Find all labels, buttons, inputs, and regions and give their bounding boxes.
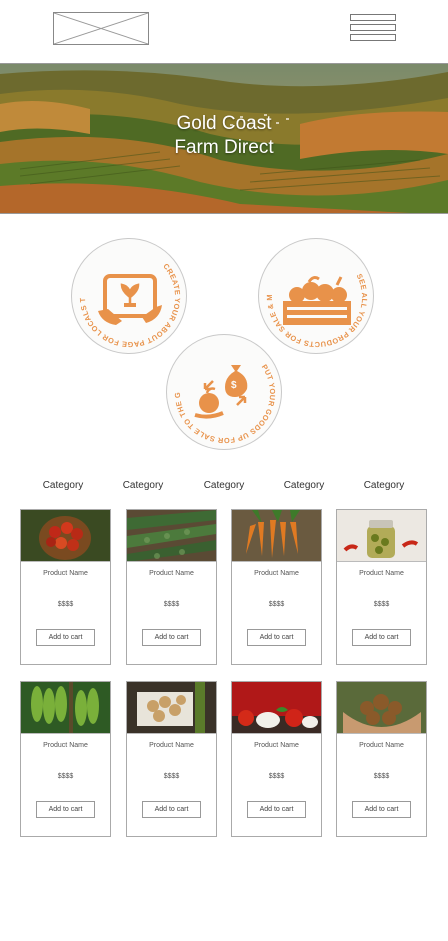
add-to-cart-button[interactable]: Add to cart (352, 801, 411, 818)
product-card[interactable]: Product Name $$$$ Add to cart (126, 509, 217, 665)
product-image-tomatoes-mozzarella (232, 682, 321, 734)
product-price: $$$$ (268, 773, 285, 780)
product-name: Product Name (254, 570, 299, 577)
menu-bar (350, 34, 396, 41)
category-link[interactable]: Category (264, 480, 344, 491)
add-to-cart-button[interactable]: Add to cart (36, 801, 95, 818)
product-name: Product Name (43, 742, 88, 749)
product-price: $$$$ (373, 601, 390, 608)
hero-title-line-1: Gold Coast (176, 113, 272, 134)
product-card[interactable]: Product Name $$$$ Add to cart (231, 681, 322, 837)
product-price: $$$$ (57, 601, 74, 608)
svg-text:$: $ (231, 380, 237, 391)
add-to-cart-button[interactable]: Add to cart (247, 629, 306, 646)
product-image-crop-rows (127, 510, 216, 562)
product-name: Product Name (43, 570, 88, 577)
category-link[interactable]: Category (344, 480, 424, 491)
produce-crate-icon (283, 276, 351, 325)
logo-placeholder[interactable] (53, 12, 149, 45)
add-to-cart-button[interactable]: Add to cart (247, 801, 306, 818)
money-exchange-icon: $ (194, 365, 248, 419)
badge-sell-goods[interactable]: PUT YOUR GOODS UP FOR SALE TO THE GENERA… (166, 334, 282, 450)
add-to-cart-button[interactable]: Add to cart (36, 629, 95, 646)
hero-title-line-2: Farm Direct (174, 137, 274, 158)
product-card[interactable]: Product Name $$$$ Add to cart (20, 681, 111, 837)
product-image-potatoes (127, 682, 216, 734)
product-price: $$$$ (373, 773, 390, 780)
product-name: Product Name (149, 742, 194, 749)
product-name: Product Name (359, 742, 404, 749)
hero-title: Gold Coast Farm Direct (0, 112, 448, 160)
product-name: Product Name (149, 570, 194, 577)
add-to-cart-button[interactable]: Add to cart (142, 801, 201, 818)
product-image-pickled-jar (337, 510, 426, 562)
menu-bar (350, 24, 396, 31)
product-name: Product Name (254, 742, 299, 749)
tablet-sprout-icon (98, 274, 162, 325)
add-to-cart-button[interactable]: Add to cart (142, 629, 201, 646)
product-image-apples (21, 510, 110, 562)
product-image-potatoes-in-hands (337, 682, 426, 734)
product-name: Product Name (359, 570, 404, 577)
logo-placeholder-icon (54, 13, 148, 44)
product-card[interactable]: Product Name $$$$ Add to cart (336, 681, 427, 837)
product-image-carrots (232, 510, 321, 562)
add-to-cart-button[interactable]: Add to cart (352, 629, 411, 646)
product-price: $$$$ (163, 601, 180, 608)
hamburger-menu-icon[interactable] (350, 14, 396, 42)
category-link[interactable]: Category (103, 480, 183, 491)
product-card[interactable]: Product Name $$$$ Add to cart (126, 681, 217, 837)
hero-banner: Gold Coast Farm Direct (0, 63, 448, 214)
product-card[interactable]: Product Name $$$$ Add to cart (231, 509, 322, 665)
product-card[interactable]: Product Name $$$$ Add to cart (20, 509, 111, 665)
badge-sell-text: PUT YOUR GOODS UP FOR SALE TO THE GENERA… (167, 335, 277, 445)
product-card[interactable]: Product Name $$$$ Add to cart (336, 509, 427, 665)
product-price: $$$$ (268, 601, 285, 608)
category-link[interactable]: Category (23, 480, 103, 491)
product-image-bananas (21, 682, 110, 734)
product-price: $$$$ (57, 773, 74, 780)
product-price: $$$$ (163, 773, 180, 780)
menu-bar (350, 14, 396, 21)
category-link[interactable]: Category (184, 480, 264, 491)
